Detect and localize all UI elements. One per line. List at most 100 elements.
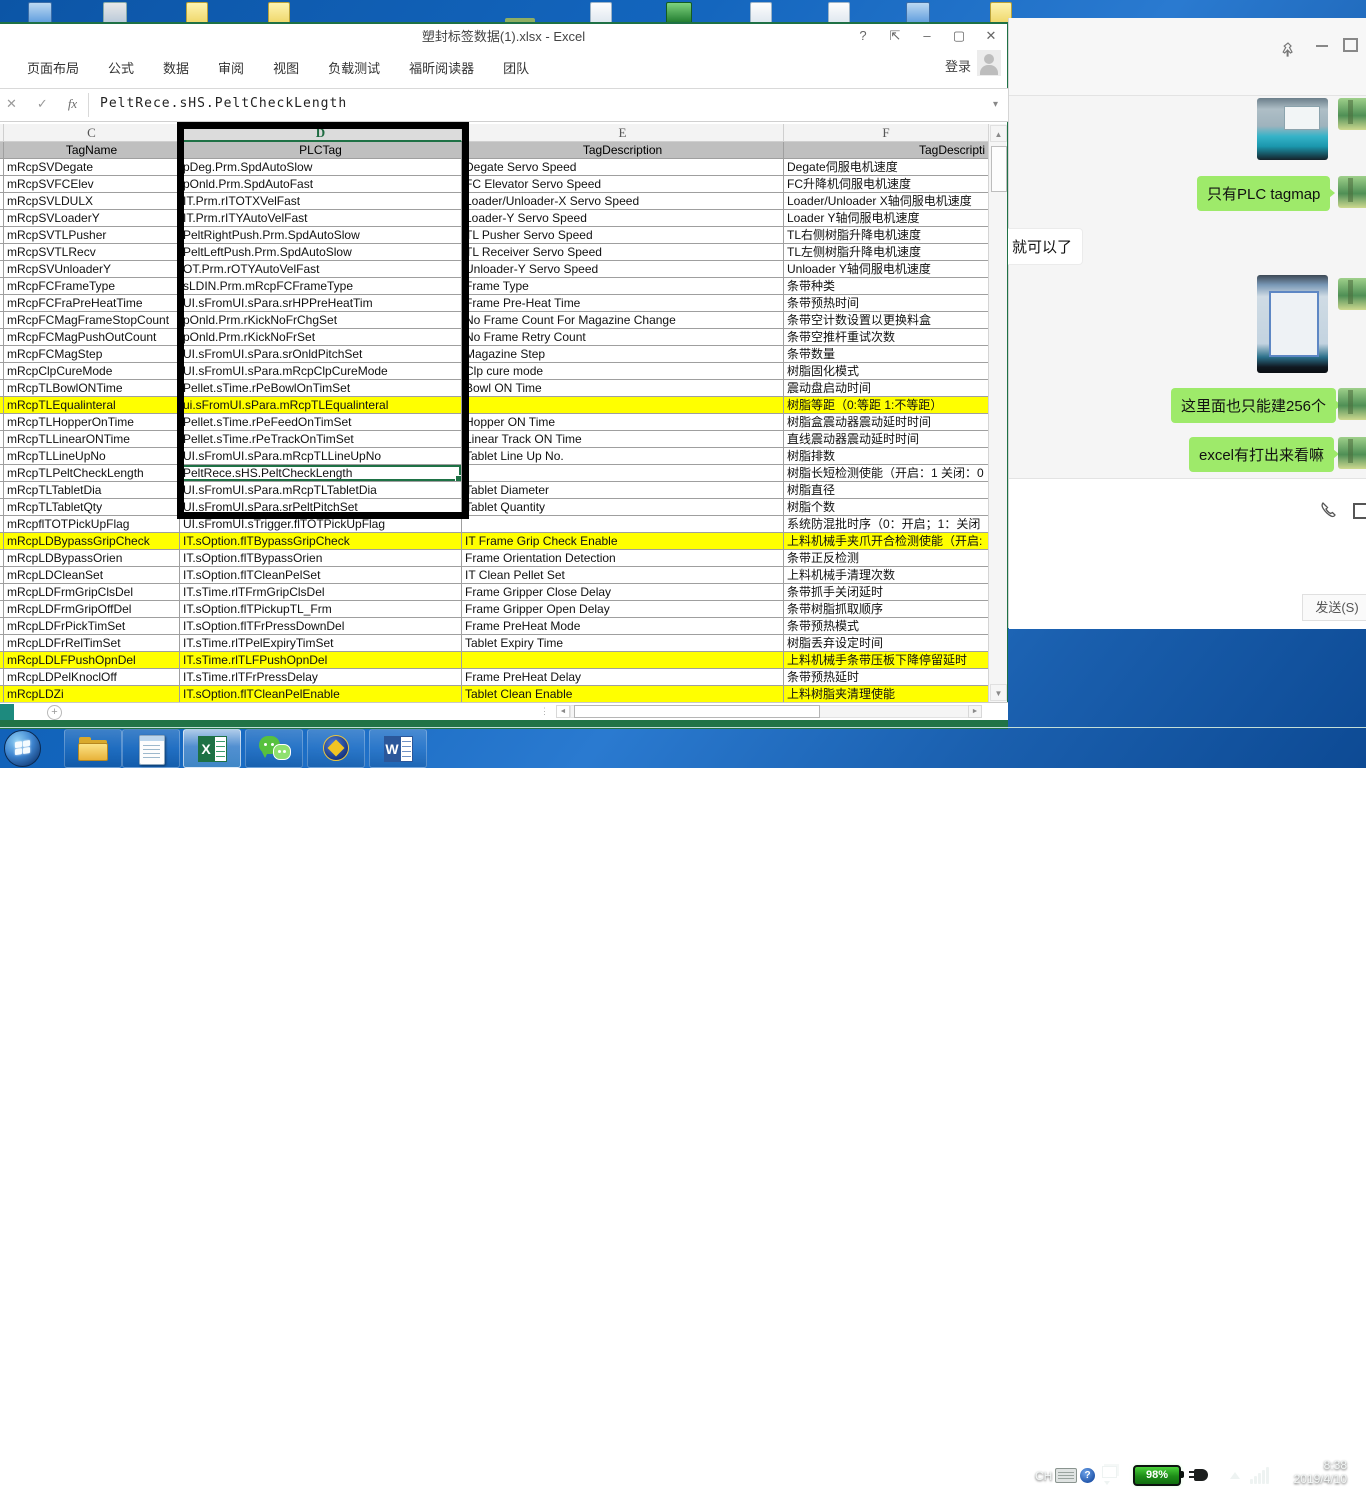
cell[interactable]: OT.Prm.rOTYAutoVelFast: [180, 261, 462, 278]
cell[interactable]: mRcpflTOTPickUpFlag: [4, 516, 180, 533]
cell[interactable]: IT.sOption.flTBypassOrien: [180, 550, 462, 567]
cell[interactable]: mRcpTLLinearONTime: [4, 431, 180, 448]
cell[interactable]: UI.sFromUI.sPara.srHPPreHeatTim: [180, 295, 462, 312]
cell[interactable]: Frame Orientation Detection: [462, 550, 784, 567]
cell[interactable]: 条带数量: [784, 346, 988, 363]
header-tagdescription-cn[interactable]: TagDescripti: [784, 142, 988, 159]
cell[interactable]: IT.sOption.flTFrPressDownDel: [180, 618, 462, 635]
cell[interactable]: Loader-Y Servo Speed: [462, 210, 784, 227]
taskbar-item-word[interactable]: W: [369, 729, 427, 768]
cell[interactable]: IT.sTime.rlTFrmGripClsDel: [180, 584, 462, 601]
cell[interactable]: mRcpTLBowlONTime: [4, 380, 180, 397]
cell[interactable]: mRcpLDBypassOrien: [4, 550, 180, 567]
cell[interactable]: Degate伺服电机速度: [784, 159, 988, 176]
cell[interactable]: IT.sOption.flTCleanPelEnable: [180, 686, 462, 702]
cell[interactable]: pOnld.Prm.rKickNoFrSet: [180, 329, 462, 346]
user-avatar-icon[interactable]: [977, 50, 1001, 76]
minimize-button[interactable]: [1316, 36, 1328, 47]
minimize-button[interactable]: –: [919, 28, 935, 44]
cell[interactable]: sLDIN.Prm.mRcpFCFrameType: [180, 278, 462, 295]
desktop-icon[interactable]: [906, 2, 930, 24]
cell[interactable]: TL左侧树脂升降电机速度: [784, 244, 988, 261]
cell[interactable]: [462, 397, 784, 414]
cell[interactable]: Tablet Diameter: [462, 482, 784, 499]
cell[interactable]: No Frame Retry Count: [462, 329, 784, 346]
cell[interactable]: 条带抓手关闭延时: [784, 584, 988, 601]
cell[interactable]: Frame PreHeat Delay: [462, 669, 784, 686]
scrollbar-grip[interactable]: ⋮: [540, 706, 549, 717]
cell[interactable]: Tablet Clean Enable: [462, 686, 784, 702]
scroll-up-icon[interactable]: ▲: [990, 125, 1007, 142]
cell[interactable]: mRcpTLTabletDia: [4, 482, 180, 499]
cell[interactable]: FC Elevator Servo Speed: [462, 176, 784, 193]
cell[interactable]: 树脂长短检测使能（开启：1 关闭：0: [784, 465, 988, 482]
cell[interactable]: mRcpFCFrameType: [4, 278, 180, 295]
desktop-icon[interactable]: [103, 2, 127, 24]
scrollbar-thumb[interactable]: [574, 705, 820, 718]
cell[interactable]: TL右侧树脂升降电机速度: [784, 227, 988, 244]
desktop-icon[interactable]: [590, 2, 612, 24]
cell[interactable]: Pellet.sTime.rPeFeedOnTimSet: [180, 414, 462, 431]
cell[interactable]: 条带正反检测: [784, 550, 988, 567]
cell[interactable]: Tablet Expiry Time: [462, 635, 784, 652]
header-plctag[interactable]: PLCTag: [180, 142, 462, 159]
cell[interactable]: 直线震动器震动延时时间: [784, 431, 988, 448]
maximize-button[interactable]: ▢: [951, 28, 967, 44]
cell[interactable]: mRcpLDFrmGripOffDel: [4, 601, 180, 618]
tab-foxit-reader[interactable]: 福昕阅读器: [408, 54, 475, 81]
header-tagdescription[interactable]: TagDescription: [462, 142, 784, 159]
cell[interactable]: mRcpTLTabletQty: [4, 499, 180, 516]
cell[interactable]: mRcpTLEqualinteral: [4, 397, 180, 414]
scroll-down-icon[interactable]: ▼: [990, 684, 1007, 701]
cell[interactable]: 树脂固化模式: [784, 363, 988, 380]
avatar[interactable]: [1338, 437, 1366, 469]
cell[interactable]: 上料机械手条带压板下降停留延时: [784, 652, 988, 669]
cell[interactable]: 条带预热时间: [784, 295, 988, 312]
cell[interactable]: 条带树脂抓取顺序: [784, 601, 988, 618]
network-signal-icon[interactable]: [1250, 1467, 1272, 1484]
cell[interactable]: 上料机械手夹爪开合检测使能（开启:: [784, 533, 988, 550]
cell[interactable]: [462, 652, 784, 669]
cell[interactable]: mRcpTLHopperOnTime: [4, 414, 180, 431]
cell[interactable]: mRcpTLLineUpNo: [4, 448, 180, 465]
taskbar-item-excel[interactable]: X: [183, 729, 241, 768]
taskbar-item-app[interactable]: [307, 729, 365, 768]
chat-bubble-incoming[interactable]: 就可以了: [1001, 228, 1083, 265]
add-sheet-button[interactable]: +: [47, 705, 62, 720]
column-header-e[interactable]: E: [462, 124, 784, 142]
column-header-d[interactable]: D: [180, 124, 462, 142]
cell[interactable]: Clp cure mode: [462, 363, 784, 380]
selected-cell[interactable]: PeltRece.sHS.PeltCheckLength: [180, 465, 462, 482]
cell[interactable]: 系统防混批时序（0：开启；1：关闭: [784, 516, 988, 533]
cell[interactable]: UI.sFromUI.sPara.srOnldPitchSet: [180, 346, 462, 363]
tab-review[interactable]: 审阅: [217, 54, 245, 81]
cell[interactable]: Frame Pre-Heat Time: [462, 295, 784, 312]
cell[interactable]: Hopper ON Time: [462, 414, 784, 431]
cell[interactable]: mRcpFCMagPushOutCount: [4, 329, 180, 346]
cell[interactable]: mRcpClpCureMode: [4, 363, 180, 380]
cell[interactable]: UI.sFromUI.sPara.mRcpTLLineUpNo: [180, 448, 462, 465]
cell[interactable]: 树脂盒震动器震动延时时间: [784, 414, 988, 431]
cell[interactable]: 条带空推杆重试次数: [784, 329, 988, 346]
cell[interactable]: UI.sFromUI.sPara.srPeltPitchSet: [180, 499, 462, 516]
enter-icon[interactable]: ✓: [37, 96, 48, 112]
scroll-right-icon[interactable]: ►: [968, 705, 982, 718]
help-button[interactable]: ?: [855, 28, 871, 44]
cancel-icon[interactable]: ✕: [6, 96, 17, 112]
cell[interactable]: Loader Y轴伺服电机速度: [784, 210, 988, 227]
cell[interactable]: IT.Prm.rITYAutoVelFast: [180, 210, 462, 227]
keyboard-icon[interactable]: [1055, 1468, 1077, 1483]
cell[interactable]: pOnld.Prm.rKickNoFrChgSet: [180, 312, 462, 329]
cell[interactable]: 上料树脂夹清理使能: [784, 686, 988, 702]
cell[interactable]: mRcpLDPelKnoclOff: [4, 669, 180, 686]
cell[interactable]: mRcpSVDegate: [4, 159, 180, 176]
ribbon-options-icon[interactable]: ⇱: [887, 28, 903, 44]
cell[interactable]: mRcpFCMagFrameStopCount: [4, 312, 180, 329]
cell[interactable]: Degate Servo Speed: [462, 159, 784, 176]
cell[interactable]: 条带预热模式: [784, 618, 988, 635]
cell[interactable]: PeltLeftPush.Prm.SpdAutoSlow: [180, 244, 462, 261]
taskbar-item-explorer[interactable]: [64, 729, 122, 768]
tab-data[interactable]: 数据: [162, 54, 190, 81]
cell[interactable]: mRcpFCFraPreHeatTime: [4, 295, 180, 312]
tab-formulas[interactable]: 公式: [107, 54, 135, 81]
